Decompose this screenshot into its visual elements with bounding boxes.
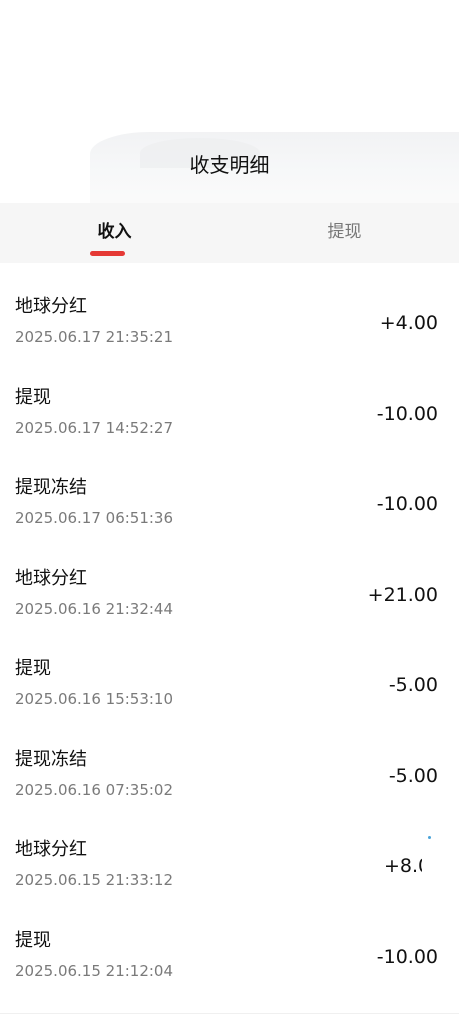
list-item[interactable]: 提现冻结 2025.06.16 07:35:02 -5.00 [0,716,459,807]
record-amount: -10.00 [376,493,438,515]
record-time: 2025.06.15 21:33:12 [15,871,174,889]
record-amount: +4.00 [379,312,438,334]
record-amount: -5.00 [388,674,438,696]
record-name: 提现 [15,386,51,408]
tab-income-label: 收入 [97,222,132,242]
record-time: 2025.06.17 14:52:27 [15,418,174,437]
active-tab-indicator [90,251,125,256]
record-time: 2025.06.17 06:51:36 [15,509,174,527]
list-item[interactable]: 地球分红 2025.06.15 21:33:12 +8.00 [0,806,459,897]
tab-bar: 收入 提现 [0,203,459,263]
record-amount: +8.00 [384,855,422,877]
record-name: 地球分红 [15,296,87,317]
record-name: 提现 [15,929,51,951]
list-item[interactable]: 提现 2025.06.17 14:52:27 -10.00 [0,354,459,445]
record-amount: -5.00 [388,764,438,787]
record-name: 地球分红 [15,567,87,589]
list-item[interactable]: 提现冻结 2025.06.17 06:51:36 -10.00 [0,444,459,535]
record-name: 提现冻结 [15,748,87,770]
tab-withdraw-label: 提现 [327,222,362,242]
record-time: 2025.06.16 07:35:02 [15,780,174,799]
list-item[interactable]: 提现 2025.06.15 21:12:04 -10.00 [0,897,459,988]
list-item[interactable]: 地球分红 2025.06.17 21:35:21 +4.00 [0,263,459,354]
bottom-divider [0,1013,459,1014]
record-time: 2025.06.15 21:12:04 [15,961,174,980]
page-title: 收支明细 [189,153,270,177]
record-name: 提现 [15,658,51,679]
loading-dot [428,836,431,839]
record-amount: -10.00 [376,402,438,425]
record-time: 2025.06.16 21:32:44 [15,599,174,618]
record-name: 地球分红 [15,839,87,860]
record-amount: -10.00 [376,945,438,968]
tab-withdraw[interactable]: 提现 [230,203,459,263]
list-item[interactable]: 地球分红 2025.06.16 21:32:44 +21.00 [0,535,459,626]
record-time: 2025.06.17 21:35:21 [15,328,174,346]
list-item[interactable]: 提现 2025.06.16 15:53:10 -5.00 [0,625,459,716]
record-name: 提现冻结 [15,477,87,498]
record-time: 2025.06.16 15:53:10 [15,690,174,708]
record-amount: +21.00 [367,583,438,606]
transaction-list: 地球分红 2025.06.17 21:35:21 +4.00 提现 2025.0… [0,263,459,987]
page-header: 收支明细 [0,0,459,203]
